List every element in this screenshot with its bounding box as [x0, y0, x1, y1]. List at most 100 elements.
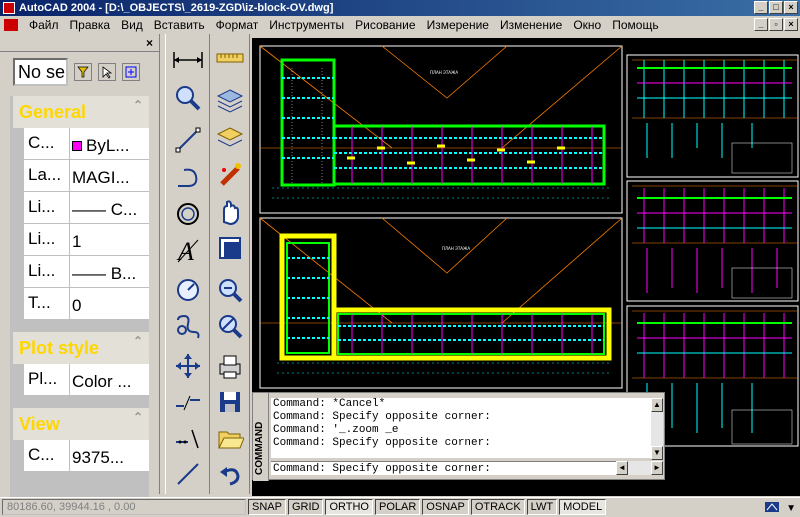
menu-tools[interactable]: Инструменты: [264, 18, 350, 32]
property-value[interactable]: 0: [70, 288, 149, 319]
property-row[interactable]: Li... —— C...: [24, 192, 149, 224]
otrack-toggle[interactable]: OTRACK: [470, 498, 525, 515]
arc-icon[interactable]: [170, 274, 206, 306]
menu-draw[interactable]: Рисование: [350, 18, 421, 32]
menu-modify[interactable]: Изменение: [495, 18, 568, 32]
section-view[interactable]: View ⌃: [13, 408, 149, 440]
close-icon[interactable]: ×: [784, 1, 798, 14]
history-line: Command: '_.zoom _e: [273, 424, 399, 436]
ruler-icon[interactable]: [212, 42, 248, 74]
osnap-toggle[interactable]: OSNAP: [422, 498, 469, 515]
property-grid: General ⌃ C... ByL... La... MAGI... Li... —…: [10, 96, 149, 506]
menu-view[interactable]: Вид: [116, 18, 149, 32]
fillet-icon[interactable]: [170, 310, 206, 342]
maximize-icon[interactable]: □: [769, 1, 783, 14]
menu-insert[interactable]: Вставить: [149, 18, 211, 32]
print-icon[interactable]: [212, 350, 248, 382]
collapse-icon[interactable]: ⌃: [133, 410, 143, 424]
zoom-extents-icon[interactable]: [212, 232, 248, 264]
property-row[interactable]: C... 9375...: [24, 440, 149, 472]
menu-edit[interactable]: Правка: [65, 18, 117, 32]
lwt-toggle[interactable]: LWT: [526, 498, 558, 515]
property-value[interactable]: Color ...: [70, 364, 149, 395]
undo-icon[interactable]: [212, 458, 248, 490]
property-key: Li...: [24, 256, 70, 287]
scroll-down-icon[interactable]: ▼: [651, 446, 663, 460]
line-icon[interactable]: [170, 124, 206, 156]
status-menu-icon[interactable]: ▼: [786, 503, 796, 514]
zoom-window-icon[interactable]: [170, 82, 206, 114]
communication-center-icon[interactable]: [764, 500, 780, 517]
command-vertical-scrollbar[interactable]: ▲ ▼: [651, 398, 663, 460]
scroll-right-icon[interactable]: ►: [651, 461, 663, 475]
zoom-realtime-icon[interactable]: [212, 310, 248, 342]
palette-close-icon[interactable]: ×: [146, 36, 153, 50]
selection-dropdown[interactable]: No se: [13, 58, 68, 86]
property-row[interactable]: C... ByL...: [24, 128, 149, 160]
property-row[interactable]: La... MAGI...: [24, 160, 149, 192]
collapse-icon[interactable]: ⌃: [133, 334, 143, 348]
property-row[interactable]: Li... 1: [24, 224, 149, 256]
sheet-title-2: ПЛАН ЭТАЖА: [442, 246, 470, 251]
grid-toggle[interactable]: GRID: [287, 498, 324, 515]
circle-icon[interactable]: [170, 198, 206, 230]
snap-toggle[interactable]: SNAP: [248, 498, 286, 515]
ray-icon[interactable]: [170, 458, 206, 490]
property-key: La...: [24, 160, 70, 191]
command-side-label: COMMAND: [254, 421, 265, 475]
text-icon[interactable]: A: [170, 234, 206, 266]
menu-help[interactable]: Помощь: [607, 18, 664, 32]
property-row[interactable]: Pl... Color ...: [24, 364, 149, 396]
section-plot-style[interactable]: Plot style ⌃: [13, 332, 149, 364]
ortho-toggle[interactable]: ORTHO: [325, 498, 373, 515]
command-window-handle[interactable]: COMMAND: [253, 393, 269, 481]
scroll-up-icon[interactable]: ▲: [651, 398, 663, 412]
break-icon[interactable]: [170, 386, 206, 418]
menu-file[interactable]: Файл: [24, 18, 65, 32]
minimize-icon[interactable]: _: [754, 1, 768, 14]
layer-states-icon[interactable]: [212, 120, 248, 152]
match-properties-icon[interactable]: [212, 158, 248, 190]
sheet-title-1: ПЛАН ЭТАЖА: [430, 70, 458, 75]
property-value[interactable]: 1: [70, 224, 149, 255]
property-value[interactable]: MAGI...: [70, 160, 149, 191]
pan-icon[interactable]: [212, 196, 248, 228]
doc-restore-icon[interactable]: ▫: [769, 18, 783, 31]
property-value[interactable]: ByL...: [70, 128, 149, 159]
property-key: C...: [24, 128, 70, 159]
polar-toggle[interactable]: POLAR: [375, 498, 421, 515]
move-icon[interactable]: [170, 350, 206, 382]
window-title: AutoCAD 2004 - [D:\_OBJECTS\_2619-ZGD\iz…: [19, 2, 334, 14]
doc-minimize-icon[interactable]: _: [754, 18, 768, 31]
coordinates-display[interactable]: 80186.60, 39944.16 , 0.00: [2, 498, 246, 515]
property-key: Pl...: [24, 364, 70, 395]
document-icon[interactable]: [4, 19, 18, 31]
zoom-out-icon[interactable]: [212, 274, 248, 306]
property-value[interactable]: —— B...: [70, 256, 149, 287]
select-objects-icon[interactable]: [98, 63, 116, 81]
property-value[interactable]: 9375...: [70, 440, 149, 471]
property-row[interactable]: Li... —— B...: [24, 256, 149, 288]
property-row[interactable]: T... 0: [24, 288, 149, 320]
property-value[interactable]: —— C...: [70, 192, 149, 223]
polyline-icon[interactable]: [170, 162, 206, 194]
extend-icon[interactable]: [170, 422, 206, 454]
section-general[interactable]: General ⌃: [13, 96, 149, 128]
scroll-left-icon[interactable]: ◄: [616, 461, 628, 475]
model-toggle[interactable]: MODEL: [559, 498, 607, 515]
command-horizontal-scrollbar[interactable]: ◄ ►: [616, 461, 663, 475]
menu-dimension[interactable]: Измерение: [422, 18, 495, 32]
command-line-input[interactable]: Command: Specify opposite corner:: [271, 461, 616, 475]
menu-window[interactable]: Окно: [568, 18, 607, 32]
save-icon[interactable]: [212, 386, 248, 418]
schematic-sheets: [626, 54, 799, 447]
doc-close-icon[interactable]: ×: [784, 18, 798, 31]
layers-icon[interactable]: [212, 84, 248, 116]
menu-format[interactable]: Формат: [211, 18, 265, 32]
open-icon[interactable]: [212, 422, 248, 454]
dimension-icon[interactable]: [170, 44, 206, 76]
command-window: COMMAND Command: *Cancel* Command: Speci…: [252, 392, 665, 481]
collapse-icon[interactable]: ⌃: [133, 98, 143, 112]
quick-select-icon[interactable]: [74, 63, 92, 81]
pickadd-icon[interactable]: [122, 63, 140, 81]
